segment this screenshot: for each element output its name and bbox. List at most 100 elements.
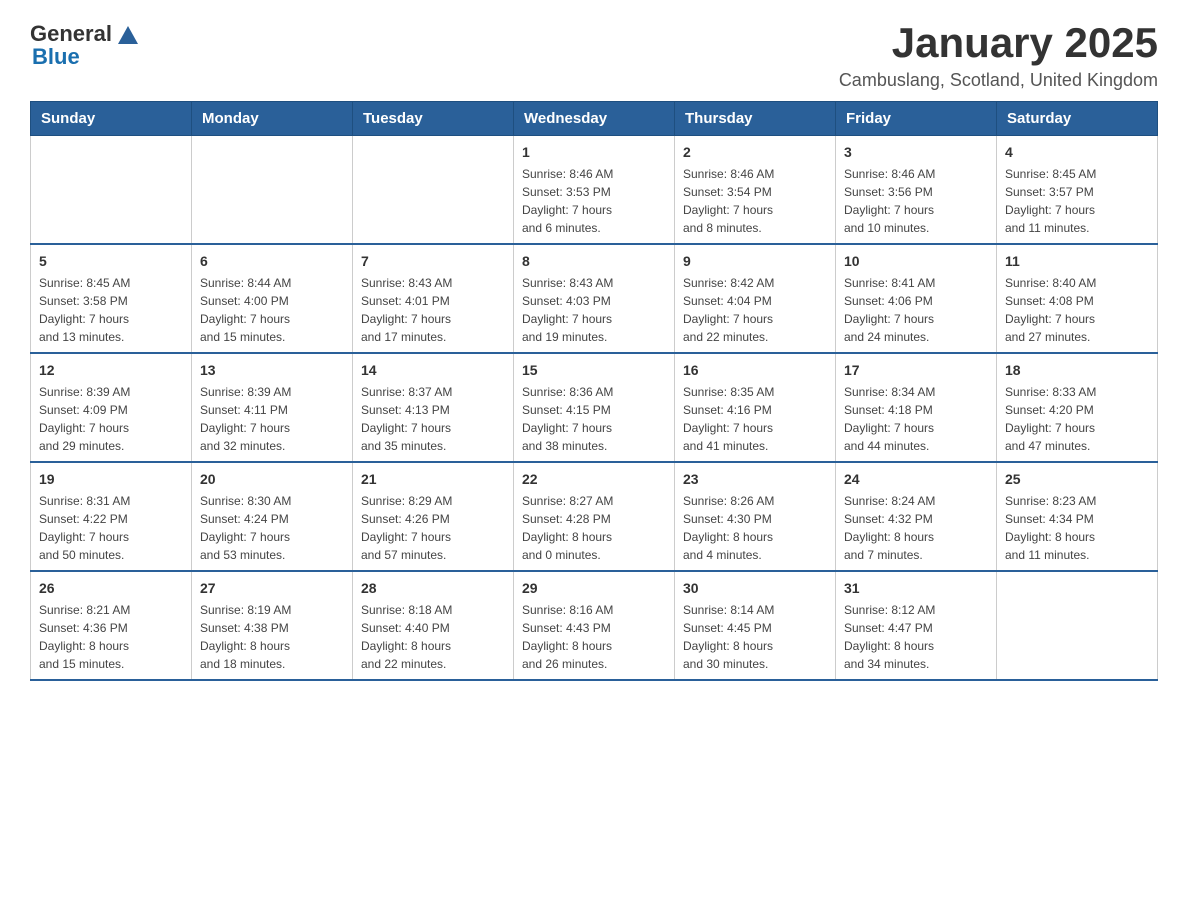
- calendar-cell: 18Sunrise: 8:33 AM Sunset: 4:20 PM Dayli…: [997, 353, 1158, 462]
- calendar-cell: 1Sunrise: 8:46 AM Sunset: 3:53 PM Daylig…: [514, 136, 675, 245]
- day-info: Sunrise: 8:45 AM Sunset: 3:58 PM Dayligh…: [39, 274, 183, 346]
- calendar-body: 1Sunrise: 8:46 AM Sunset: 3:53 PM Daylig…: [31, 136, 1158, 681]
- day-number: 15: [522, 360, 666, 381]
- day-number: 27: [200, 578, 344, 599]
- day-number: 22: [522, 469, 666, 490]
- day-info: Sunrise: 8:27 AM Sunset: 4:28 PM Dayligh…: [522, 492, 666, 564]
- day-number: 17: [844, 360, 988, 381]
- day-number: 28: [361, 578, 505, 599]
- calendar-cell: 7Sunrise: 8:43 AM Sunset: 4:01 PM Daylig…: [353, 244, 514, 353]
- calendar-cell: 12Sunrise: 8:39 AM Sunset: 4:09 PM Dayli…: [31, 353, 192, 462]
- day-info: Sunrise: 8:18 AM Sunset: 4:40 PM Dayligh…: [361, 601, 505, 673]
- day-number: 8: [522, 251, 666, 272]
- day-info: Sunrise: 8:35 AM Sunset: 4:16 PM Dayligh…: [683, 383, 827, 455]
- calendar-cell: 2Sunrise: 8:46 AM Sunset: 3:54 PM Daylig…: [675, 136, 836, 245]
- logo: General Blue: [30, 20, 142, 70]
- day-info: Sunrise: 8:45 AM Sunset: 3:57 PM Dayligh…: [1005, 165, 1149, 237]
- calendar-header: SundayMondayTuesdayWednesdayThursdayFrid…: [31, 102, 1158, 136]
- day-number: 9: [683, 251, 827, 272]
- calendar-cell: 21Sunrise: 8:29 AM Sunset: 4:26 PM Dayli…: [353, 462, 514, 571]
- day-number: 3: [844, 142, 988, 163]
- calendar-cell: 11Sunrise: 8:40 AM Sunset: 4:08 PM Dayli…: [997, 244, 1158, 353]
- day-info: Sunrise: 8:42 AM Sunset: 4:04 PM Dayligh…: [683, 274, 827, 346]
- calendar-cell: 6Sunrise: 8:44 AM Sunset: 4:00 PM Daylig…: [192, 244, 353, 353]
- calendar-cell: 25Sunrise: 8:23 AM Sunset: 4:34 PM Dayli…: [997, 462, 1158, 571]
- calendar-cell: 23Sunrise: 8:26 AM Sunset: 4:30 PM Dayli…: [675, 462, 836, 571]
- weekday-header-saturday: Saturday: [997, 102, 1158, 136]
- day-number: 18: [1005, 360, 1149, 381]
- day-number: 12: [39, 360, 183, 381]
- calendar-cell: 27Sunrise: 8:19 AM Sunset: 4:38 PM Dayli…: [192, 571, 353, 680]
- day-info: Sunrise: 8:39 AM Sunset: 4:11 PM Dayligh…: [200, 383, 344, 455]
- day-info: Sunrise: 8:24 AM Sunset: 4:32 PM Dayligh…: [844, 492, 988, 564]
- calendar-cell: 29Sunrise: 8:16 AM Sunset: 4:43 PM Dayli…: [514, 571, 675, 680]
- calendar-cell: 30Sunrise: 8:14 AM Sunset: 4:45 PM Dayli…: [675, 571, 836, 680]
- calendar-cell: 15Sunrise: 8:36 AM Sunset: 4:15 PM Dayli…: [514, 353, 675, 462]
- day-number: 11: [1005, 251, 1149, 272]
- calendar-week-5: 26Sunrise: 8:21 AM Sunset: 4:36 PM Dayli…: [31, 571, 1158, 680]
- calendar-week-3: 12Sunrise: 8:39 AM Sunset: 4:09 PM Dayli…: [31, 353, 1158, 462]
- calendar-cell: 9Sunrise: 8:42 AM Sunset: 4:04 PM Daylig…: [675, 244, 836, 353]
- day-number: 31: [844, 578, 988, 599]
- calendar-cell: 17Sunrise: 8:34 AM Sunset: 4:18 PM Dayli…: [836, 353, 997, 462]
- weekday-header-wednesday: Wednesday: [514, 102, 675, 136]
- title-block: January 2025 Cambuslang, Scotland, Unite…: [839, 20, 1158, 91]
- calendar-table: SundayMondayTuesdayWednesdayThursdayFrid…: [30, 101, 1158, 681]
- day-info: Sunrise: 8:34 AM Sunset: 4:18 PM Dayligh…: [844, 383, 988, 455]
- weekday-header-tuesday: Tuesday: [353, 102, 514, 136]
- day-info: Sunrise: 8:40 AM Sunset: 4:08 PM Dayligh…: [1005, 274, 1149, 346]
- calendar-cell: 4Sunrise: 8:45 AM Sunset: 3:57 PM Daylig…: [997, 136, 1158, 245]
- day-number: 2: [683, 142, 827, 163]
- day-info: Sunrise: 8:21 AM Sunset: 4:36 PM Dayligh…: [39, 601, 183, 673]
- calendar-title: January 2025: [839, 20, 1158, 66]
- calendar-cell: 13Sunrise: 8:39 AM Sunset: 4:11 PM Dayli…: [192, 353, 353, 462]
- day-info: Sunrise: 8:43 AM Sunset: 4:01 PM Dayligh…: [361, 274, 505, 346]
- calendar-cell: [353, 136, 514, 245]
- day-info: Sunrise: 8:33 AM Sunset: 4:20 PM Dayligh…: [1005, 383, 1149, 455]
- calendar-week-1: 1Sunrise: 8:46 AM Sunset: 3:53 PM Daylig…: [31, 136, 1158, 245]
- calendar-cell: 22Sunrise: 8:27 AM Sunset: 4:28 PM Dayli…: [514, 462, 675, 571]
- calendar-cell: 20Sunrise: 8:30 AM Sunset: 4:24 PM Dayli…: [192, 462, 353, 571]
- day-info: Sunrise: 8:39 AM Sunset: 4:09 PM Dayligh…: [39, 383, 183, 455]
- day-number: 14: [361, 360, 505, 381]
- day-info: Sunrise: 8:23 AM Sunset: 4:34 PM Dayligh…: [1005, 492, 1149, 564]
- day-info: Sunrise: 8:41 AM Sunset: 4:06 PM Dayligh…: [844, 274, 988, 346]
- day-info: Sunrise: 8:14 AM Sunset: 4:45 PM Dayligh…: [683, 601, 827, 673]
- weekday-header-row: SundayMondayTuesdayWednesdayThursdayFrid…: [31, 102, 1158, 136]
- weekday-header-friday: Friday: [836, 102, 997, 136]
- day-info: Sunrise: 8:46 AM Sunset: 3:54 PM Dayligh…: [683, 165, 827, 237]
- day-number: 26: [39, 578, 183, 599]
- calendar-cell: 3Sunrise: 8:46 AM Sunset: 3:56 PM Daylig…: [836, 136, 997, 245]
- day-number: 7: [361, 251, 505, 272]
- day-number: 4: [1005, 142, 1149, 163]
- logo-icon: [114, 20, 142, 48]
- calendar-cell: 14Sunrise: 8:37 AM Sunset: 4:13 PM Dayli…: [353, 353, 514, 462]
- day-number: 16: [683, 360, 827, 381]
- page-header: General Blue January 2025 Cambuslang, Sc…: [30, 20, 1158, 91]
- day-info: Sunrise: 8:37 AM Sunset: 4:13 PM Dayligh…: [361, 383, 505, 455]
- calendar-cell: 26Sunrise: 8:21 AM Sunset: 4:36 PM Dayli…: [31, 571, 192, 680]
- day-number: 10: [844, 251, 988, 272]
- calendar-cell: 19Sunrise: 8:31 AM Sunset: 4:22 PM Dayli…: [31, 462, 192, 571]
- day-info: Sunrise: 8:46 AM Sunset: 3:53 PM Dayligh…: [522, 165, 666, 237]
- calendar-cell: 5Sunrise: 8:45 AM Sunset: 3:58 PM Daylig…: [31, 244, 192, 353]
- day-number: 23: [683, 469, 827, 490]
- day-info: Sunrise: 8:19 AM Sunset: 4:38 PM Dayligh…: [200, 601, 344, 673]
- day-number: 6: [200, 251, 344, 272]
- calendar-cell: [192, 136, 353, 245]
- calendar-week-4: 19Sunrise: 8:31 AM Sunset: 4:22 PM Dayli…: [31, 462, 1158, 571]
- calendar-subtitle: Cambuslang, Scotland, United Kingdom: [839, 70, 1158, 91]
- logo-text-blue: Blue: [32, 44, 80, 70]
- day-number: 21: [361, 469, 505, 490]
- day-info: Sunrise: 8:29 AM Sunset: 4:26 PM Dayligh…: [361, 492, 505, 564]
- calendar-cell: 24Sunrise: 8:24 AM Sunset: 4:32 PM Dayli…: [836, 462, 997, 571]
- calendar-week-2: 5Sunrise: 8:45 AM Sunset: 3:58 PM Daylig…: [31, 244, 1158, 353]
- day-info: Sunrise: 8:36 AM Sunset: 4:15 PM Dayligh…: [522, 383, 666, 455]
- calendar-cell: 8Sunrise: 8:43 AM Sunset: 4:03 PM Daylig…: [514, 244, 675, 353]
- day-info: Sunrise: 8:26 AM Sunset: 4:30 PM Dayligh…: [683, 492, 827, 564]
- day-info: Sunrise: 8:46 AM Sunset: 3:56 PM Dayligh…: [844, 165, 988, 237]
- day-info: Sunrise: 8:16 AM Sunset: 4:43 PM Dayligh…: [522, 601, 666, 673]
- day-info: Sunrise: 8:12 AM Sunset: 4:47 PM Dayligh…: [844, 601, 988, 673]
- calendar-cell: [997, 571, 1158, 680]
- day-info: Sunrise: 8:43 AM Sunset: 4:03 PM Dayligh…: [522, 274, 666, 346]
